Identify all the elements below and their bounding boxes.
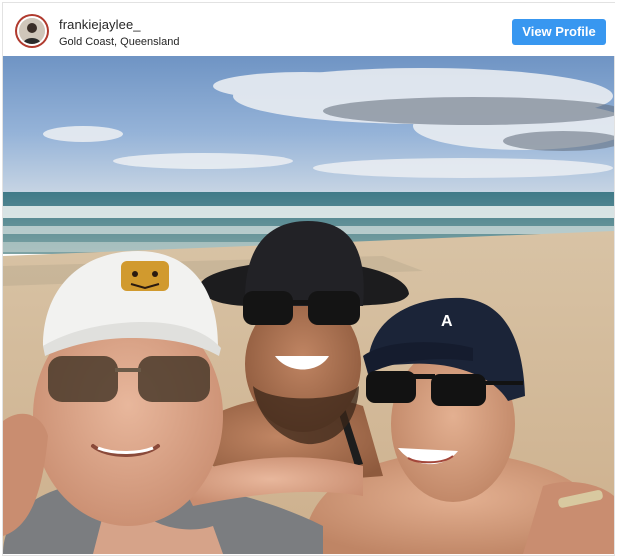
view-profile-button[interactable]: View Profile [512, 19, 606, 45]
location-link[interactable]: Gold Coast, Queensland [59, 36, 179, 48]
username-link[interactable]: frankiejaylee_ [59, 17, 141, 32]
tiger-logo [121, 261, 169, 291]
post-header: frankiejaylee_ Gold Coast, Queensland Vi… [3, 3, 615, 56]
cap-logo: A [441, 313, 453, 330]
profile-avatar-icon[interactable] [15, 14, 49, 48]
instagram-post-embed: frankiejaylee_ Gold Coast, Queensland Vi… [0, 0, 619, 560]
avatar-photo [19, 18, 45, 44]
post-photo[interactable]: A [3, 56, 614, 554]
